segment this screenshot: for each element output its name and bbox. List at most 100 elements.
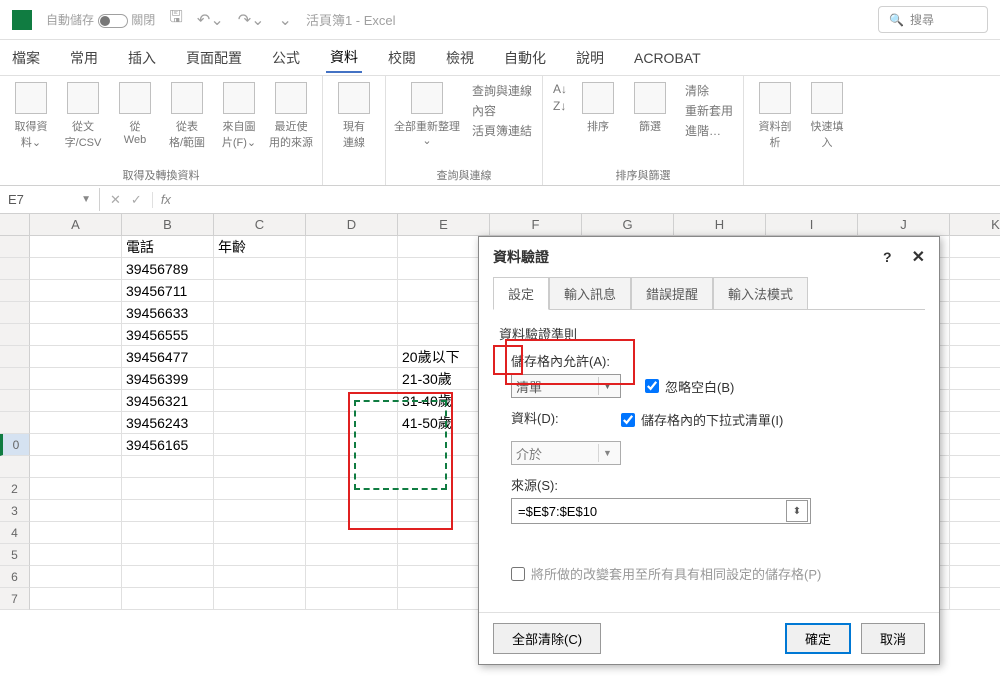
cell[interactable] xyxy=(30,544,122,566)
cell[interactable] xyxy=(306,280,398,302)
workbook-links-button[interactable]: 活頁簿連結 xyxy=(472,122,532,139)
properties-button[interactable]: 內容 xyxy=(472,102,532,119)
cell[interactable] xyxy=(30,258,122,280)
allow-select[interactable]: 清單▼ xyxy=(511,374,621,398)
from-picture-button[interactable]: 來自圖 片(F)⌄ xyxy=(218,82,260,167)
cell[interactable] xyxy=(398,280,490,302)
cell[interactable] xyxy=(122,588,214,610)
from-web-button[interactable]: 從 Web xyxy=(114,82,156,167)
column-header[interactable]: C xyxy=(214,214,306,236)
dialog-help-button[interactable]: ? xyxy=(883,249,892,265)
tab-formulas[interactable]: 公式 xyxy=(268,44,304,72)
qat-dropdown-icon[interactable]: ⌄ xyxy=(279,10,292,30)
queries-connections-button[interactable]: 查詢與連線 xyxy=(472,82,532,99)
enter-formula-icon[interactable]: ✓ xyxy=(131,192,142,208)
cell[interactable] xyxy=(950,500,1000,522)
cell[interactable] xyxy=(214,522,306,544)
cell[interactable] xyxy=(214,500,306,522)
redo-icon[interactable]: ↷⌄ xyxy=(238,10,265,30)
cell[interactable] xyxy=(950,236,1000,258)
cell[interactable] xyxy=(306,522,398,544)
column-header[interactable]: K xyxy=(950,214,1000,236)
cell[interactable] xyxy=(122,544,214,566)
recent-sources-button[interactable]: 最近使 用的來源 xyxy=(270,82,312,167)
cell[interactable] xyxy=(214,412,306,434)
cell[interactable]: 39456165 xyxy=(122,434,214,456)
cell[interactable]: 39456477 xyxy=(122,346,214,368)
row-header[interactable]: 4 xyxy=(0,522,30,544)
ignore-blank-checkbox[interactable]: 忽略空白(B) xyxy=(645,377,734,396)
column-header[interactable]: J xyxy=(858,214,950,236)
cell[interactable] xyxy=(306,588,398,610)
tab-page-layout[interactable]: 頁面配置 xyxy=(182,44,246,72)
dialog-tab-ime-mode[interactable]: 輸入法模式 xyxy=(713,277,808,310)
row-header[interactable] xyxy=(0,258,30,280)
cell[interactable] xyxy=(122,522,214,544)
from-text-csv-button[interactable]: 從文 字/CSV xyxy=(62,82,104,167)
cell[interactable] xyxy=(306,566,398,588)
filter-button[interactable]: 篩選 xyxy=(629,82,671,167)
cell[interactable] xyxy=(950,346,1000,368)
cell[interactable] xyxy=(214,434,306,456)
get-data-button[interactable]: 取得資 料⌄ xyxy=(10,82,52,167)
cell[interactable] xyxy=(950,412,1000,434)
cell[interactable] xyxy=(214,302,306,324)
cell[interactable]: 21-30歲 xyxy=(398,368,490,390)
autosave-toggle[interactable] xyxy=(98,14,128,28)
row-header[interactable] xyxy=(0,280,30,302)
cell[interactable] xyxy=(398,434,490,456)
cell[interactable] xyxy=(950,456,1000,478)
cell[interactable] xyxy=(30,434,122,456)
sort-az-button[interactable]: A↓ xyxy=(553,82,567,96)
cell[interactable] xyxy=(122,566,214,588)
ok-button[interactable]: 確定 xyxy=(785,623,851,654)
cell[interactable] xyxy=(30,412,122,434)
cell[interactable] xyxy=(30,236,122,258)
data-select[interactable]: 介於▼ xyxy=(511,441,621,465)
tab-acrobat[interactable]: ACROBAT xyxy=(630,46,705,70)
undo-icon[interactable]: ↶⌄ xyxy=(197,10,224,30)
cell[interactable]: 39456243 xyxy=(122,412,214,434)
save-icon[interactable]: 🖫 xyxy=(169,6,183,33)
cancel-formula-icon[interactable]: ✕ xyxy=(110,192,121,208)
row-header[interactable] xyxy=(0,412,30,434)
column-header[interactable]: A xyxy=(30,214,122,236)
cell[interactable] xyxy=(30,280,122,302)
cell[interactable] xyxy=(30,478,122,500)
column-header[interactable]: D xyxy=(306,214,398,236)
cell[interactable] xyxy=(398,588,490,610)
tab-help[interactable]: 說明 xyxy=(572,44,608,72)
cell[interactable] xyxy=(30,566,122,588)
cell[interactable] xyxy=(122,500,214,522)
cell[interactable] xyxy=(306,478,398,500)
in-cell-dropdown-checkbox[interactable]: 儲存格內的下拉式清單(I) xyxy=(621,410,783,429)
select-all-corner[interactable] xyxy=(0,214,30,236)
cell[interactable] xyxy=(306,236,398,258)
cell[interactable] xyxy=(122,456,214,478)
row-header[interactable]: 2 xyxy=(0,478,30,500)
row-header[interactable] xyxy=(0,236,30,258)
cell[interactable] xyxy=(950,434,1000,456)
cell[interactable] xyxy=(306,346,398,368)
tab-home[interactable]: 常用 xyxy=(66,44,102,72)
column-header[interactable]: E xyxy=(398,214,490,236)
cell[interactable]: 電話 xyxy=(122,236,214,258)
row-header[interactable]: 0 xyxy=(0,434,30,456)
cell[interactable] xyxy=(398,478,490,500)
column-header[interactable]: G xyxy=(582,214,674,236)
cell[interactable]: 39456555 xyxy=(122,324,214,346)
cell[interactable] xyxy=(950,280,1000,302)
cell[interactable] xyxy=(30,456,122,478)
cell[interactable] xyxy=(950,478,1000,500)
source-input[interactable] xyxy=(512,504,786,519)
cell[interactable] xyxy=(30,368,122,390)
cell[interactable] xyxy=(950,588,1000,610)
search-input[interactable]: 🔍 搜尋 xyxy=(878,6,988,33)
cell[interactable] xyxy=(306,500,398,522)
cell[interactable] xyxy=(306,390,398,412)
cell[interactable]: 39456633 xyxy=(122,302,214,324)
cell[interactable] xyxy=(30,324,122,346)
column-header[interactable]: H xyxy=(674,214,766,236)
sort-za-button[interactable]: Z↓ xyxy=(553,99,567,113)
cell[interactable] xyxy=(398,258,490,280)
